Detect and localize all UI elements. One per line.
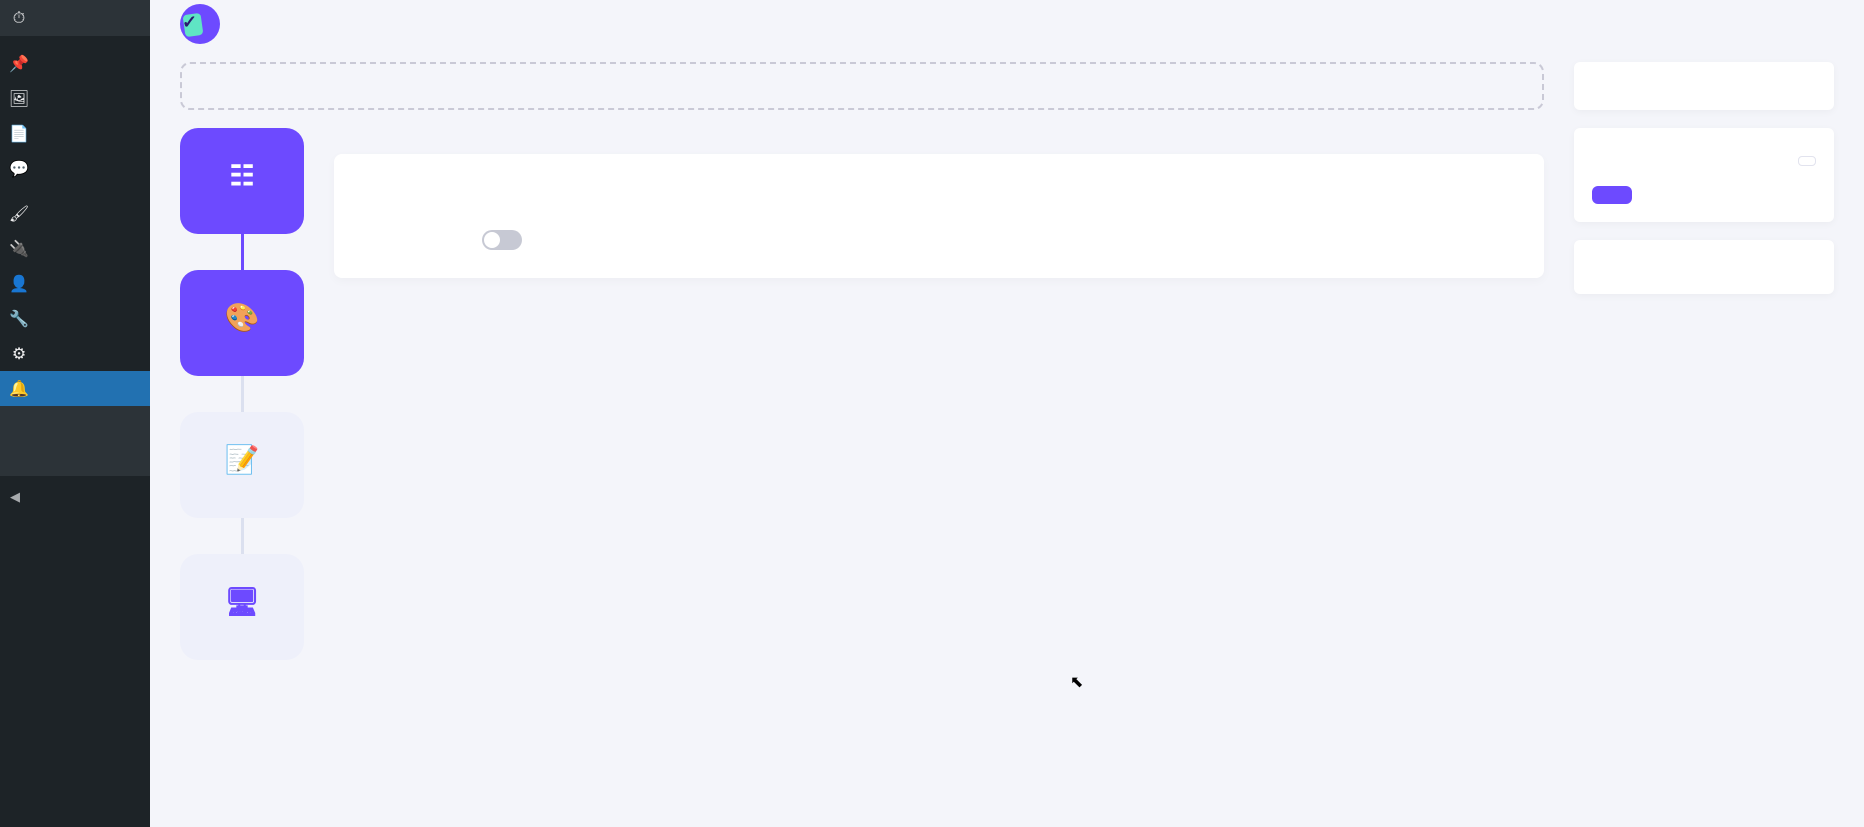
brand-logo-icon xyxy=(180,4,220,44)
menu-media[interactable]: 🖼 xyxy=(0,81,150,116)
mouse-cursor-icon: ⬉ xyxy=(1070,672,1083,691)
top-header xyxy=(180,0,1834,44)
step-design[interactable]: 🎨 xyxy=(180,270,304,376)
advanced-design-toggle[interactable] xyxy=(482,230,522,250)
step-content[interactable]: 📝 xyxy=(180,412,304,518)
comment-icon: 💬 xyxy=(10,159,28,178)
menu-pages[interactable]: 📄 xyxy=(0,116,150,151)
menu-tools[interactable]: 🔧 xyxy=(0,301,150,336)
palette-icon: 🎨 xyxy=(225,301,260,334)
hello-box xyxy=(1574,62,1834,110)
wrench-icon: 🔧 xyxy=(10,309,28,328)
menu-users[interactable]: 👤 xyxy=(0,266,150,301)
monitor-icon: 🖥 xyxy=(224,585,260,618)
published-date[interactable] xyxy=(1798,156,1816,166)
user-icon: 👤 xyxy=(10,274,28,293)
pin-icon: 📌 xyxy=(10,54,28,73)
steps-column: ☷ 🎨 📝 🖥 xyxy=(180,128,304,660)
menu-posts[interactable]: 📌 xyxy=(0,46,150,81)
main-content: ☷ 🎨 📝 🖥 xyxy=(150,0,1864,827)
step-source[interactable]: ☷ xyxy=(180,128,304,234)
collapse-icon: ◀ xyxy=(10,490,20,505)
menu-plugins[interactable]: 🔌 xyxy=(0,231,150,266)
publish-box xyxy=(1574,128,1834,222)
submenu-quickbuilder[interactable] xyxy=(0,462,150,476)
brush-icon: 🖌 xyxy=(10,204,28,223)
media-icon: 🖼 xyxy=(10,89,28,108)
right-sidebar xyxy=(1574,62,1834,660)
notification-title-field[interactable] xyxy=(180,62,1544,110)
submenu-settings[interactable] xyxy=(0,434,150,448)
themes-card xyxy=(334,154,1544,278)
design-panel xyxy=(334,128,1544,278)
menu-settings[interactable]: ⚙ xyxy=(0,336,150,371)
document-icon: 📝 xyxy=(225,443,260,476)
submenu-addnew[interactable] xyxy=(0,420,150,434)
publish-button[interactable] xyxy=(1592,186,1632,204)
dashboard-icon: ⏱ xyxy=(10,8,28,28)
menu-appearance[interactable]: 🖌 xyxy=(0,196,150,231)
sliders-icon: ⚙ xyxy=(10,344,28,363)
collapse-menu[interactable]: ◀ xyxy=(0,480,150,515)
notificationx-submenu xyxy=(0,406,150,476)
page-icon: 📄 xyxy=(10,124,28,143)
submenu-all[interactable] xyxy=(0,406,150,420)
menu-notificationx[interactable]: 🔔 xyxy=(0,371,150,406)
brand xyxy=(180,4,230,44)
bell-icon: 🔔 xyxy=(10,379,28,398)
menu-dashboard[interactable]: ⏱ xyxy=(0,0,150,36)
wp-admin-sidebar: ⏱ 📌 🖼 📄 💬 🖌 🔌 👤 🔧 ⚙ 🔔 ◀ xyxy=(0,0,150,827)
plug-icon: 🔌 xyxy=(10,239,28,258)
instructions-box xyxy=(1574,240,1834,294)
submenu-analytics[interactable] xyxy=(0,448,150,462)
step-display[interactable]: 🖥 xyxy=(180,554,304,660)
layers-icon: ☷ xyxy=(229,159,254,192)
menu-comments[interactable]: 💬 xyxy=(0,151,150,186)
